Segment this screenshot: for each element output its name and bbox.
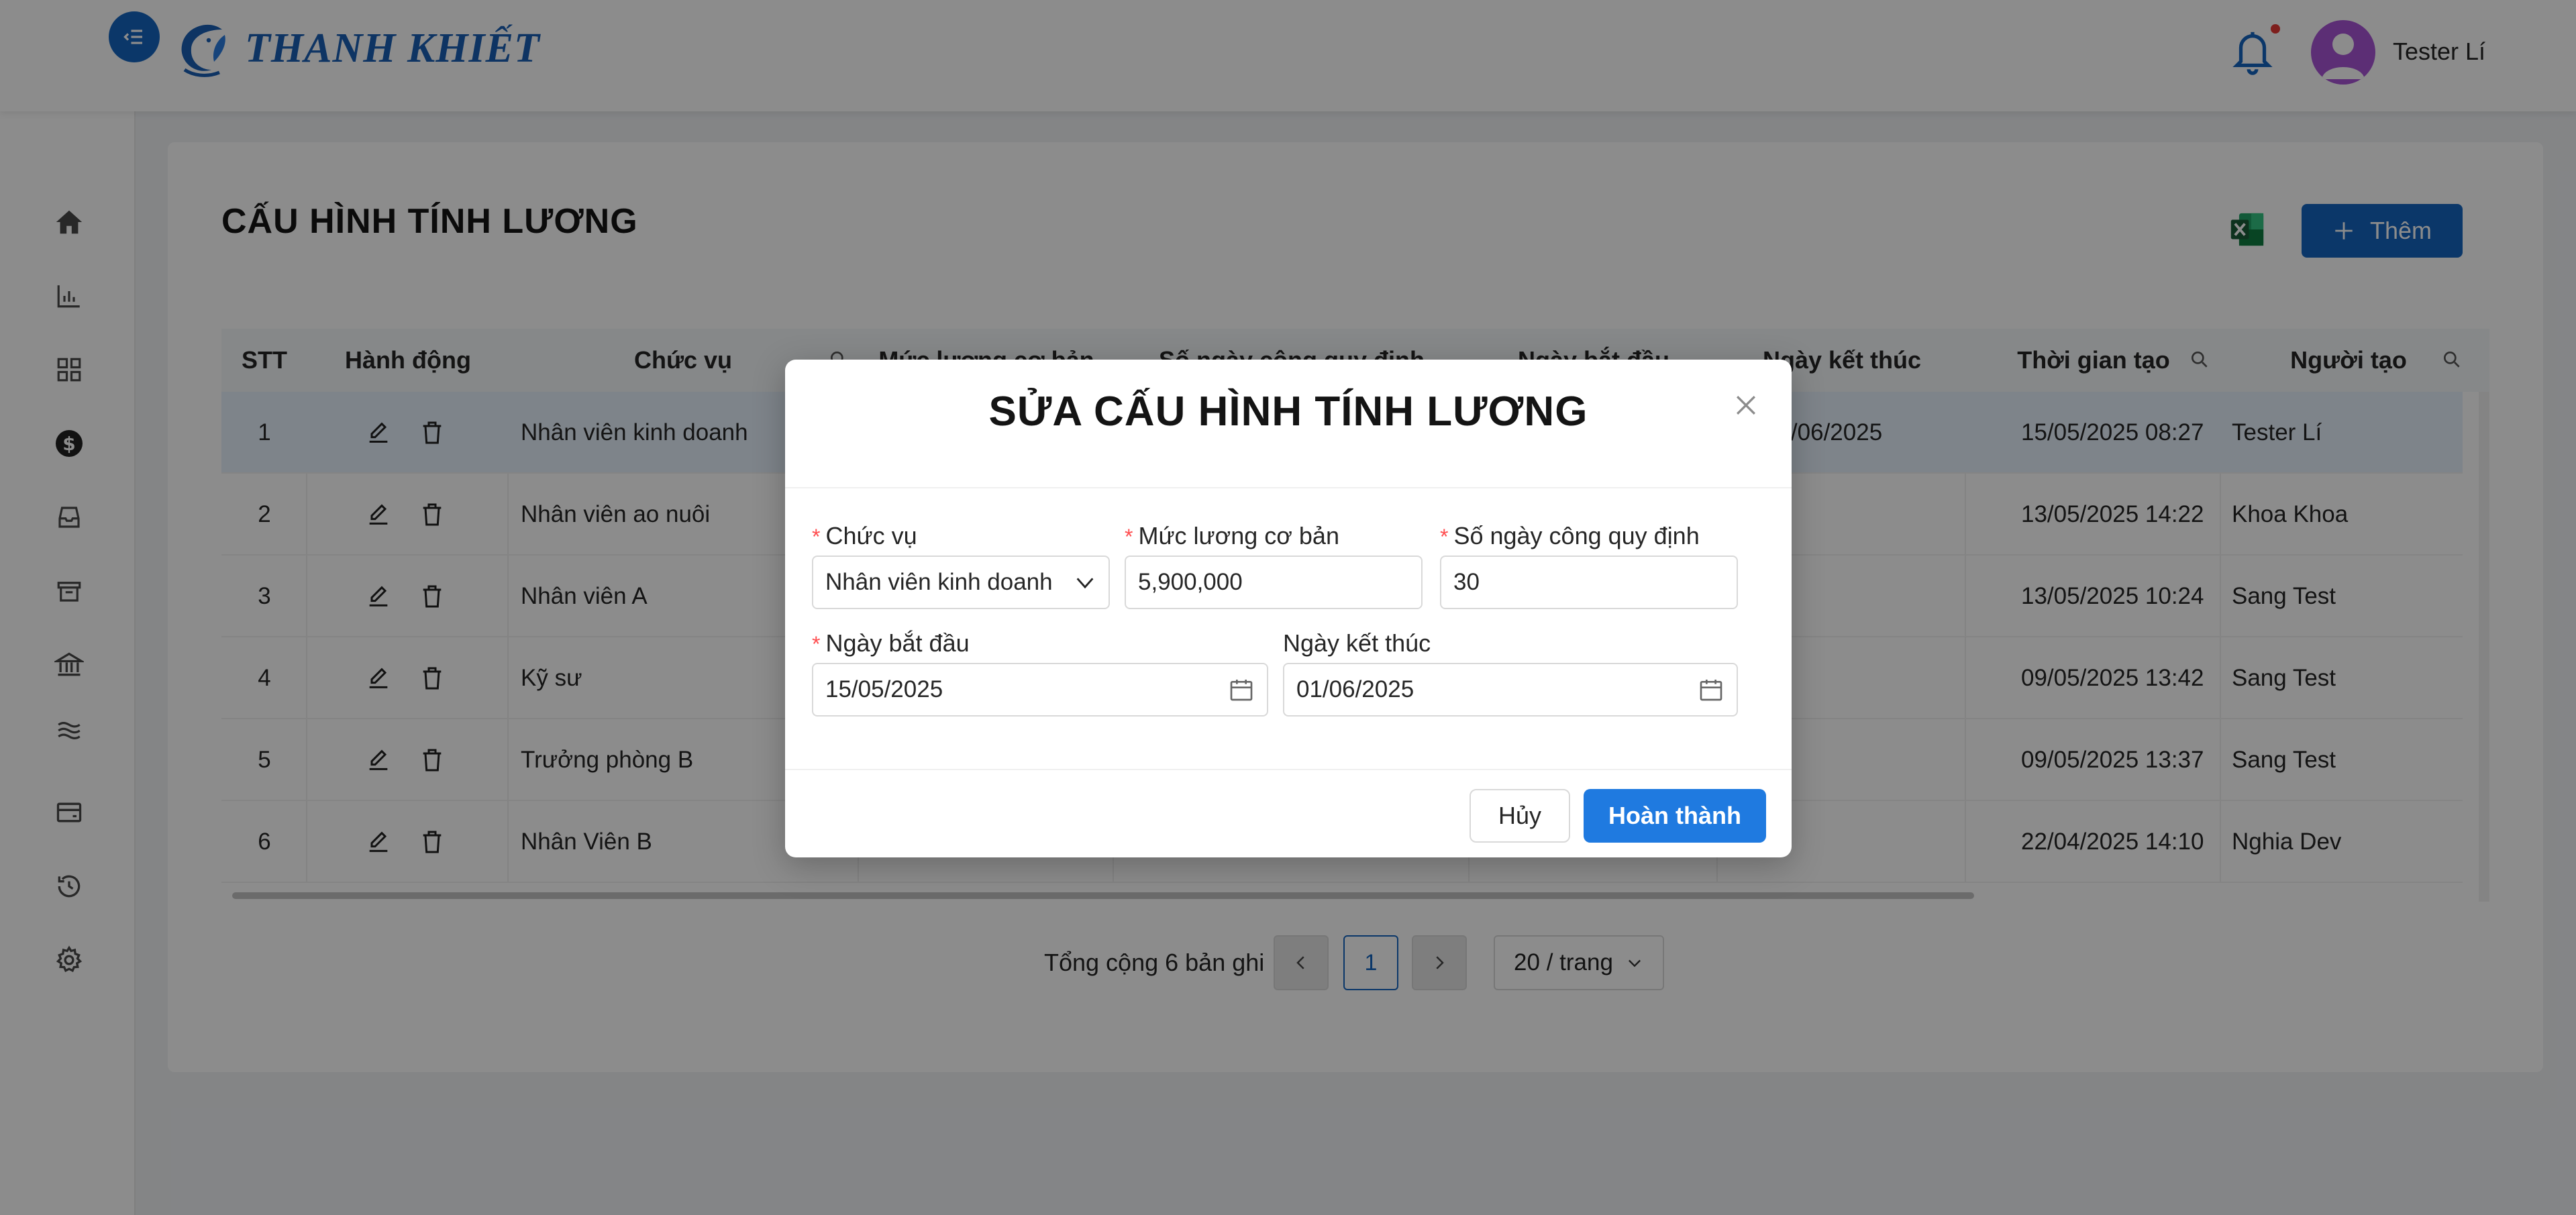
working-days-value: 30	[1453, 569, 1480, 595]
required-mark: *	[812, 632, 821, 656]
position-label-text: Chức vụ	[825, 522, 917, 549]
salary-label-text: Mức lương cơ bản	[1138, 522, 1339, 549]
close-icon[interactable]	[1731, 390, 1761, 420]
start-date-label-text: Ngày bắt đầu	[825, 629, 970, 657]
submit-button[interactable]: Hoàn thành	[1584, 789, 1766, 843]
required-mark: *	[1125, 525, 1133, 549]
start-date-value: 15/05/2025	[825, 676, 943, 702]
required-mark: *	[812, 525, 821, 549]
days-label-text: Số ngày công quy định	[1453, 522, 1700, 549]
position-select[interactable]: Nhân viên kinh doanh	[812, 556, 1110, 609]
salary-label: * Mức lương cơ bản	[1125, 522, 1339, 550]
start-date-picker[interactable]: 15/05/2025	[812, 663, 1268, 717]
salary-input[interactable]: 5,900,000	[1125, 556, 1423, 609]
start-date-label: * Ngày bắt đầu	[812, 629, 970, 657]
cancel-button[interactable]: Hủy	[1470, 789, 1570, 843]
working-days-input[interactable]: 30	[1440, 556, 1738, 609]
edit-salary-config-modal: SỬA CẤU HÌNH TÍNH LƯƠNG * Chức vụ Nhân vi…	[785, 360, 1792, 857]
days-label: * Số ngày công quy định	[1440, 522, 1700, 550]
chevron-down-icon	[1076, 578, 1094, 589]
required-mark: *	[1440, 525, 1449, 549]
end-date-picker[interactable]: 01/06/2025	[1283, 663, 1738, 717]
calendar-icon	[1230, 680, 1253, 701]
modal-title: SỬA CẤU HÌNH TÍNH LƯƠNG	[988, 388, 1588, 435]
end-date-label: Ngày kết thúc	[1283, 629, 1431, 657]
end-date-label-text: Ngày kết thúc	[1283, 629, 1431, 657]
salary-input-value: 5,900,000	[1138, 569, 1243, 595]
end-date-value: 01/06/2025	[1296, 676, 1414, 702]
modal-divider	[785, 769, 1792, 770]
position-label: * Chức vụ	[812, 522, 917, 550]
position-select-value: Nhân viên kinh doanh	[825, 569, 1053, 595]
modal-divider	[785, 487, 1792, 488]
calendar-icon	[1700, 680, 1722, 701]
